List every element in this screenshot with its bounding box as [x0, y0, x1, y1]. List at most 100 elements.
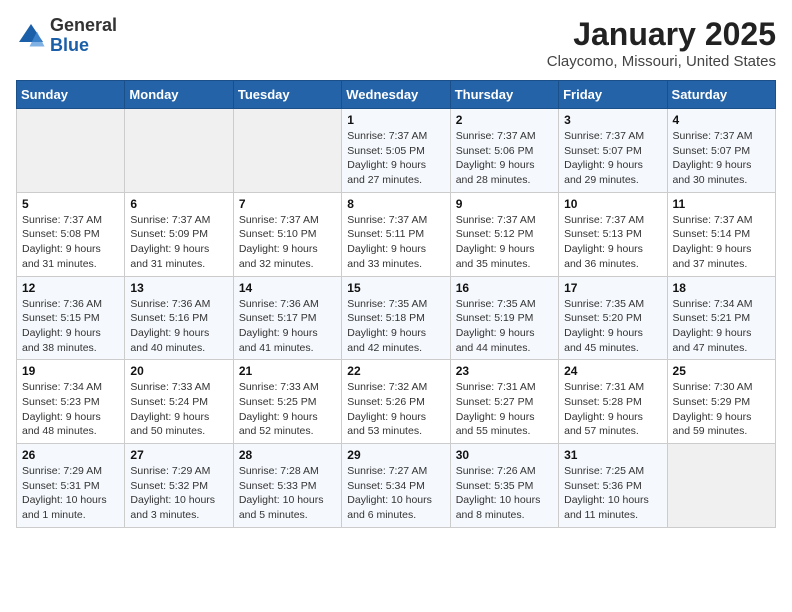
calendar-cell: 16Sunrise: 7:35 AM Sunset: 5:19 PM Dayli…: [450, 276, 558, 360]
weekday-header-monday: Monday: [125, 81, 233, 109]
day-info: Sunrise: 7:37 AM Sunset: 5:07 PM Dayligh…: [564, 129, 661, 188]
day-info: Sunrise: 7:35 AM Sunset: 5:20 PM Dayligh…: [564, 297, 661, 356]
day-number: 6: [130, 197, 227, 211]
day-number: 19: [22, 364, 119, 378]
calendar-cell: 3 Sunrise: 7:37 AM Sunset: 5:07 PM Daylig…: [559, 109, 667, 193]
day-info: Sunrise: 7:29 AM Sunset: 5:31 PM Dayligh…: [22, 464, 119, 523]
calendar-cell: 5 Sunrise: 7:37 AM Sunset: 5:08 PM Daylig…: [17, 192, 125, 276]
calendar-week-row: 12 Sunrise: 7:36 AM Sunset: 5:15 PM Dayli…: [17, 276, 776, 360]
calendar-cell: 22Sunrise: 7:32 AM Sunset: 5:26 PM Dayli…: [342, 360, 450, 444]
day-info: Sunrise: 7:37 AM Sunset: 5:12 PM Dayligh…: [456, 213, 553, 272]
logo-blue-text: Blue: [50, 35, 89, 55]
day-info: Sunrise: 7:33 AM Sunset: 5:25 PM Dayligh…: [239, 380, 336, 439]
day-info: Sunrise: 7:37 AM Sunset: 5:07 PM Dayligh…: [673, 129, 770, 188]
calendar-week-row: 1 Sunrise: 7:37 AM Sunset: 5:05 PM Daylig…: [17, 109, 776, 193]
day-number: 21: [239, 364, 336, 378]
day-info: Sunrise: 7:26 AM Sunset: 5:35 PM Dayligh…: [456, 464, 553, 523]
day-info: Sunrise: 7:30 AM Sunset: 5:29 PM Dayligh…: [673, 380, 770, 439]
day-info: Sunrise: 7:27 AM Sunset: 5:34 PM Dayligh…: [347, 464, 444, 523]
calendar-cell: 20 Sunrise: 7:33 AM Sunset: 5:24 PM Dayli…: [125, 360, 233, 444]
day-number: 24: [564, 364, 661, 378]
calendar-cell: 27 Sunrise: 7:29 AM Sunset: 5:32 PM Dayli…: [125, 444, 233, 528]
day-info: Sunrise: 7:37 AM Sunset: 5:06 PM Dayligh…: [456, 129, 553, 188]
calendar-cell: 21 Sunrise: 7:33 AM Sunset: 5:25 PM Dayli…: [233, 360, 341, 444]
calendar-cell: 6Sunrise: 7:37 AM Sunset: 5:09 PM Daylig…: [125, 192, 233, 276]
day-info: Sunrise: 7:37 AM Sunset: 5:13 PM Dayligh…: [564, 213, 661, 272]
day-info: Sunrise: 7:31 AM Sunset: 5:27 PM Dayligh…: [456, 380, 553, 439]
calendar-cell: 1 Sunrise: 7:37 AM Sunset: 5:05 PM Daylig…: [342, 109, 450, 193]
calendar-cell: 12 Sunrise: 7:36 AM Sunset: 5:15 PM Dayli…: [17, 276, 125, 360]
calendar-cell: 8 Sunrise: 7:37 AM Sunset: 5:11 PM Daylig…: [342, 192, 450, 276]
day-number: 2: [456, 113, 553, 127]
title-area: January 2025 Claycomo, Missouri, United …: [547, 16, 776, 70]
day-number: 29: [347, 448, 444, 462]
calendar-cell: 4 Sunrise: 7:37 AM Sunset: 5:07 PM Daylig…: [667, 109, 775, 193]
day-info: Sunrise: 7:25 AM Sunset: 5:36 PM Dayligh…: [564, 464, 661, 523]
day-info: Sunrise: 7:34 AM Sunset: 5:21 PM Dayligh…: [673, 297, 770, 356]
calendar-cell: [17, 109, 125, 193]
day-number: 23: [456, 364, 553, 378]
day-info: Sunrise: 7:36 AM Sunset: 5:15 PM Dayligh…: [22, 297, 119, 356]
logo-icon: [16, 21, 46, 51]
day-number: 30: [456, 448, 553, 462]
day-number: 18: [673, 281, 770, 295]
day-number: 1: [347, 113, 444, 127]
day-number: 22: [347, 364, 444, 378]
day-number: 10: [564, 197, 661, 211]
calendar-cell: 9Sunrise: 7:37 AM Sunset: 5:12 PM Daylig…: [450, 192, 558, 276]
calendar-week-row: 5 Sunrise: 7:37 AM Sunset: 5:08 PM Daylig…: [17, 192, 776, 276]
weekday-header-friday: Friday: [559, 81, 667, 109]
calendar-cell: 25 Sunrise: 7:30 AM Sunset: 5:29 PM Dayli…: [667, 360, 775, 444]
calendar-subtitle: Claycomo, Missouri, United States: [547, 53, 776, 70]
day-number: 15: [347, 281, 444, 295]
day-info: Sunrise: 7:33 AM Sunset: 5:24 PM Dayligh…: [130, 380, 227, 439]
day-number: 8: [347, 197, 444, 211]
day-number: 12: [22, 281, 119, 295]
day-number: 3: [564, 113, 661, 127]
calendar-table: SundayMondayTuesdayWednesdayThursdayFrid…: [16, 80, 776, 528]
calendar-cell: 7Sunrise: 7:37 AM Sunset: 5:10 PM Daylig…: [233, 192, 341, 276]
day-number: 25: [673, 364, 770, 378]
calendar-cell: 15 Sunrise: 7:35 AM Sunset: 5:18 PM Dayli…: [342, 276, 450, 360]
calendar-cell: 29 Sunrise: 7:27 AM Sunset: 5:34 PM Dayli…: [342, 444, 450, 528]
day-number: 20: [130, 364, 227, 378]
day-number: 5: [22, 197, 119, 211]
day-info: Sunrise: 7:35 AM Sunset: 5:18 PM Dayligh…: [347, 297, 444, 356]
day-info: Sunrise: 7:36 AM Sunset: 5:17 PM Dayligh…: [239, 297, 336, 356]
day-info: Sunrise: 7:37 AM Sunset: 5:05 PM Dayligh…: [347, 129, 444, 188]
day-number: 13: [130, 281, 227, 295]
day-info: Sunrise: 7:28 AM Sunset: 5:33 PM Dayligh…: [239, 464, 336, 523]
page-header: General Blue January 2025 Claycomo, Miss…: [16, 16, 776, 70]
calendar-cell: 17 Sunrise: 7:35 AM Sunset: 5:20 PM Dayli…: [559, 276, 667, 360]
calendar-week-row: 19 Sunrise: 7:34 AM Sunset: 5:23 PM Dayli…: [17, 360, 776, 444]
weekday-header-tuesday: Tuesday: [233, 81, 341, 109]
day-number: 7: [239, 197, 336, 211]
day-info: Sunrise: 7:29 AM Sunset: 5:32 PM Dayligh…: [130, 464, 227, 523]
calendar-cell: 14 Sunrise: 7:36 AM Sunset: 5:17 PM Dayli…: [233, 276, 341, 360]
calendar-cell: 23 Sunrise: 7:31 AM Sunset: 5:27 PM Dayli…: [450, 360, 558, 444]
logo-general-text: General: [50, 15, 117, 35]
weekday-header-saturday: Saturday: [667, 81, 775, 109]
day-number: 26: [22, 448, 119, 462]
day-number: 17: [564, 281, 661, 295]
calendar-cell: 11Sunrise: 7:37 AM Sunset: 5:14 PM Dayli…: [667, 192, 775, 276]
logo: General Blue: [16, 16, 117, 56]
calendar-cell: 10 Sunrise: 7:37 AM Sunset: 5:13 PM Dayli…: [559, 192, 667, 276]
calendar-cell: [667, 444, 775, 528]
day-number: 28: [239, 448, 336, 462]
calendar-header: SundayMondayTuesdayWednesdayThursdayFrid…: [17, 81, 776, 109]
day-info: Sunrise: 7:34 AM Sunset: 5:23 PM Dayligh…: [22, 380, 119, 439]
day-number: 4: [673, 113, 770, 127]
calendar-cell: 19 Sunrise: 7:34 AM Sunset: 5:23 PM Dayli…: [17, 360, 125, 444]
calendar-cell: 2 Sunrise: 7:37 AM Sunset: 5:06 PM Daylig…: [450, 109, 558, 193]
weekday-header-wednesday: Wednesday: [342, 81, 450, 109]
day-info: Sunrise: 7:37 AM Sunset: 5:08 PM Dayligh…: [22, 213, 119, 272]
day-number: 14: [239, 281, 336, 295]
day-number: 31: [564, 448, 661, 462]
day-info: Sunrise: 7:36 AM Sunset: 5:16 PM Dayligh…: [130, 297, 227, 356]
calendar-cell: 18 Sunrise: 7:34 AM Sunset: 5:21 PM Dayli…: [667, 276, 775, 360]
day-info: Sunrise: 7:37 AM Sunset: 5:11 PM Dayligh…: [347, 213, 444, 272]
calendar-body: 1 Sunrise: 7:37 AM Sunset: 5:05 PM Daylig…: [17, 109, 776, 528]
day-info: Sunrise: 7:35 AM Sunset: 5:19 PM Dayligh…: [456, 297, 553, 356]
day-number: 27: [130, 448, 227, 462]
